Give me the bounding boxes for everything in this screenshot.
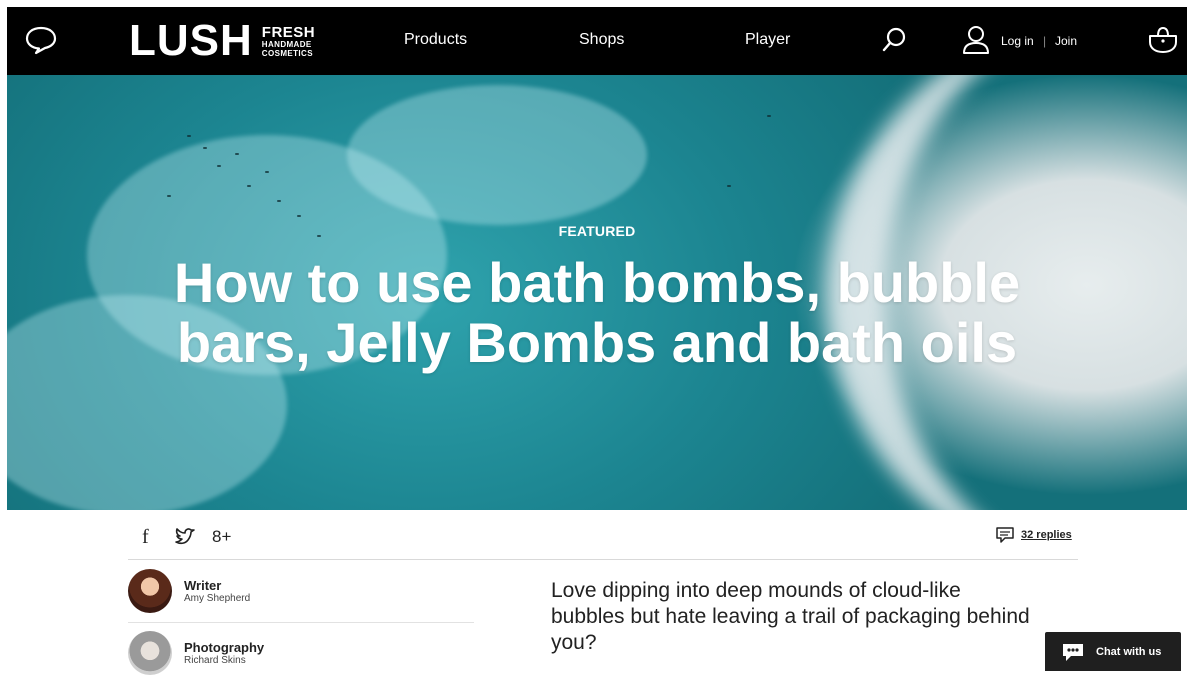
replies-count[interactable]: 32 replies	[1021, 529, 1072, 541]
account-separator: |	[1043, 34, 1047, 48]
photography-name: Richard Skins	[184, 654, 246, 666]
writer-name: Amy Shepherd	[184, 592, 251, 604]
replies-link[interactable]: 32 replies	[995, 526, 1072, 544]
divider	[128, 622, 474, 623]
user-icon[interactable]	[962, 25, 990, 55]
hero-speck	[297, 215, 301, 217]
article-intro: Love dipping into deep mounds of cloud-l…	[551, 579, 1030, 654]
writer-credit-text: Writer Amy Shepherd	[184, 577, 251, 604]
share-bar: f 8+	[142, 525, 231, 549]
photography-role: Photography	[184, 639, 265, 655]
avatar	[128, 569, 172, 613]
logo-tagline-line3: COSMETICS	[261, 48, 313, 58]
hero-speck	[247, 185, 251, 187]
chat-icon	[1063, 643, 1083, 661]
hero-foam	[347, 85, 647, 225]
comment-icon	[996, 527, 1014, 543]
page-title: How to use bath bombs, bubble bars, Jell…	[173, 251, 1021, 374]
logo-tagline-line1: FRESH	[261, 23, 316, 41]
divider	[128, 559, 1078, 560]
chat-bubble-icon[interactable]	[24, 25, 58, 55]
hero-speck	[187, 135, 191, 137]
logo-wordmark: LUSH	[129, 16, 253, 65]
google-plus-icon[interactable]: 8+	[212, 527, 231, 547]
hero-speck	[265, 171, 269, 173]
nav-player[interactable]: Player	[745, 31, 790, 49]
twitter-icon[interactable]	[174, 527, 198, 547]
photography-credit: Photography Richard Skins	[128, 631, 264, 675]
logo-tagline-line2: HANDMADE	[261, 39, 312, 49]
avatar	[128, 631, 172, 675]
writer-credit: Writer Amy Shepherd	[128, 569, 250, 613]
hero-speck	[767, 115, 771, 117]
login-link[interactable]: Log in	[1001, 34, 1034, 48]
site-header: LUSH FRESH HANDMADE COSMETICS Products S…	[7, 7, 1187, 75]
hero-speck	[167, 195, 171, 197]
join-link[interactable]: Join	[1055, 34, 1077, 48]
basket-icon[interactable]	[1147, 24, 1179, 56]
hero-speck	[235, 153, 239, 155]
hero-speck	[217, 165, 221, 167]
hero-speck	[727, 185, 731, 187]
photography-credit-text: Photography Richard Skins	[184, 639, 265, 666]
chat-with-us-label[interactable]: Chat with us	[1096, 646, 1161, 658]
nav-shops[interactable]: Shops	[579, 31, 624, 49]
chat-with-us-button[interactable]: Chat with us	[1045, 632, 1181, 671]
hero-banner: FEATURED How to use bath bombs, bubble b…	[7, 75, 1187, 510]
logo-tagline: FRESH HANDMADE COSMETICS	[262, 25, 315, 58]
writer-role: Writer	[184, 577, 222, 593]
hero-speck	[277, 200, 281, 202]
search-icon[interactable]	[881, 27, 907, 53]
hero-speck	[203, 147, 207, 149]
hero-kicker: FEATURED	[558, 223, 636, 239]
facebook-icon[interactable]: f	[142, 526, 162, 549]
lush-logo[interactable]: LUSH FRESH HANDMADE COSMETICS	[129, 19, 315, 63]
nav-products[interactable]: Products	[404, 31, 467, 49]
